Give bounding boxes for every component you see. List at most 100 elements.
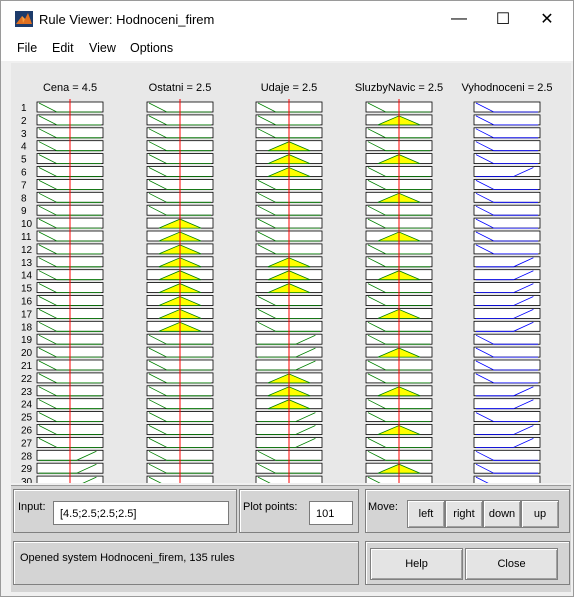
rule-number: 7 bbox=[21, 180, 27, 191]
move-left-button[interactable]: left bbox=[407, 500, 445, 528]
rule-cell[interactable] bbox=[473, 204, 541, 216]
close-window-button[interactable]: ✕ bbox=[525, 7, 569, 31]
rule-cell[interactable] bbox=[473, 166, 541, 177]
rule-number: 10 bbox=[21, 219, 33, 230]
rule-number: 13 bbox=[21, 258, 33, 269]
menu-edit[interactable]: Edit bbox=[52, 41, 74, 55]
rule-cell[interactable] bbox=[473, 140, 541, 152]
move-label: Move: bbox=[368, 501, 398, 513]
rule-number: 3 bbox=[21, 129, 27, 140]
maximize-icon: ☐ bbox=[495, 11, 511, 28]
rule-cell[interactable] bbox=[473, 398, 541, 410]
rule-cell[interactable] bbox=[473, 475, 541, 483]
rule-cell[interactable] bbox=[473, 282, 541, 294]
status-frame: Opened system Hodnoceni_firem, 135 rules bbox=[13, 541, 359, 585]
maximize-button[interactable]: ☐ bbox=[481, 7, 525, 31]
rule-cell[interactable] bbox=[473, 307, 541, 319]
rule-number: 2 bbox=[21, 116, 27, 127]
rule-number: 4 bbox=[21, 142, 27, 153]
rule-cell[interactable] bbox=[473, 127, 541, 139]
rule-plot-area[interactable]: Cena = 4.5 Ostatni = 2.5 Udaje = 2.5 Sluzby… bbox=[11, 63, 571, 483]
rule-cell[interactable] bbox=[473, 436, 541, 448]
rule-number: 18 bbox=[21, 322, 33, 333]
minimize-button[interactable]: — bbox=[437, 7, 481, 31]
input-field[interactable]: [4.5;2.5;2.5;2.5] bbox=[53, 501, 229, 525]
input-label: Input: bbox=[18, 501, 46, 513]
close-icon: ✕ bbox=[540, 11, 554, 28]
rule-cell[interactable] bbox=[473, 411, 541, 423]
bottom-panel: Input: [4.5;2.5;2.5;2.5] Plot points: 10… bbox=[11, 485, 571, 592]
input-frame: Input: [4.5;2.5;2.5;2.5] bbox=[13, 489, 237, 533]
rule-cell[interactable] bbox=[473, 359, 541, 371]
rule-number: 19 bbox=[21, 335, 33, 346]
plot-points-field[interactable]: 101 bbox=[309, 501, 353, 525]
rule-number: 28 bbox=[21, 451, 33, 462]
title-bar: Rule Viewer: Hodnoceni_firem — ☐ ✕ bbox=[1, 1, 573, 37]
move-up-button[interactable]: up bbox=[521, 500, 559, 528]
rule-cell[interactable] bbox=[473, 217, 541, 229]
column-title: Ostatni = 2.5 bbox=[149, 82, 212, 94]
rule-viewer-window: Rule Viewer: Hodnoceni_firem — ☐ ✕ File … bbox=[0, 0, 574, 597]
rule-number: 27 bbox=[21, 438, 33, 449]
status-text: Opened system Hodnoceni_firem, 135 rules bbox=[20, 552, 235, 564]
rule-cell[interactable] bbox=[473, 372, 541, 384]
rule-cell[interactable] bbox=[473, 256, 541, 268]
rule-cell[interactable] bbox=[473, 333, 541, 345]
rule-number: 24 bbox=[21, 400, 33, 411]
column-title: Cena = 4.5 bbox=[43, 82, 97, 94]
rule-cell[interactable] bbox=[473, 153, 541, 164]
move-frame: Move: left right down up bbox=[365, 489, 570, 533]
rule-number: 11 bbox=[21, 232, 32, 243]
menu-view[interactable]: View bbox=[89, 41, 116, 55]
menu-bar: File Edit View Options bbox=[1, 37, 573, 61]
rule-number: 8 bbox=[21, 193, 27, 204]
column-title: Vyhodnoceni = 2.5 bbox=[461, 82, 552, 94]
menu-file[interactable]: File bbox=[17, 41, 37, 55]
move-down-button[interactable]: down bbox=[483, 500, 521, 528]
rules-grid: Cena = 4.5 Ostatni = 2.5 Udaje = 2.5 Sluzby… bbox=[21, 82, 553, 483]
rule-number: 15 bbox=[21, 284, 33, 295]
action-frame: Help Close bbox=[365, 541, 570, 585]
minimize-icon: — bbox=[451, 10, 467, 27]
rule-number: 20 bbox=[21, 348, 33, 359]
rule-number: 23 bbox=[21, 387, 33, 398]
rule-cell[interactable] bbox=[473, 114, 541, 126]
rule-number: 6 bbox=[21, 168, 27, 179]
rule-number: 12 bbox=[21, 245, 33, 256]
close-button[interactable]: Close bbox=[465, 548, 558, 580]
rule-number: 21 bbox=[21, 361, 33, 372]
rule-cell[interactable] bbox=[473, 101, 541, 113]
window-title: Rule Viewer: Hodnoceni_firem bbox=[39, 12, 215, 27]
rule-number: 26 bbox=[21, 426, 33, 437]
rule-number: 29 bbox=[21, 464, 33, 475]
rule-cell[interactable] bbox=[473, 269, 541, 281]
rule-number: 25 bbox=[21, 413, 33, 424]
rule-cell[interactable] bbox=[473, 191, 541, 203]
move-right-button[interactable]: right bbox=[445, 500, 483, 528]
rule-number: 5 bbox=[21, 155, 27, 166]
column-title: Udaje = 2.5 bbox=[261, 82, 318, 94]
rule-number: 22 bbox=[21, 374, 33, 385]
rule-cell[interactable] bbox=[473, 230, 541, 242]
menu-options[interactable]: Options bbox=[130, 41, 173, 55]
rule-number: 16 bbox=[21, 297, 33, 308]
plot-points-label: Plot points: bbox=[243, 501, 298, 513]
column-title: SluzbyNavic = 2.5 bbox=[355, 82, 443, 94]
rule-number: 30 bbox=[21, 477, 33, 483]
rule-cell[interactable] bbox=[473, 385, 541, 397]
matlab-icon bbox=[15, 11, 33, 27]
rule-cell[interactable] bbox=[473, 449, 541, 461]
rule-number: 9 bbox=[21, 206, 27, 217]
help-button[interactable]: Help bbox=[370, 548, 463, 580]
rule-cell[interactable] bbox=[473, 462, 541, 474]
plot-points-frame: Plot points: 101 bbox=[239, 489, 359, 533]
rule-cell[interactable] bbox=[473, 424, 541, 435]
rule-cell[interactable] bbox=[473, 243, 541, 255]
rule-number: 14 bbox=[21, 271, 33, 282]
rule-cell[interactable] bbox=[473, 346, 541, 358]
rule-number: 17 bbox=[21, 309, 33, 320]
rule-cell[interactable] bbox=[473, 295, 541, 306]
rule-cell[interactable] bbox=[473, 179, 541, 190]
rule-number: 1 bbox=[21, 103, 27, 114]
rule-cell[interactable] bbox=[473, 320, 541, 332]
